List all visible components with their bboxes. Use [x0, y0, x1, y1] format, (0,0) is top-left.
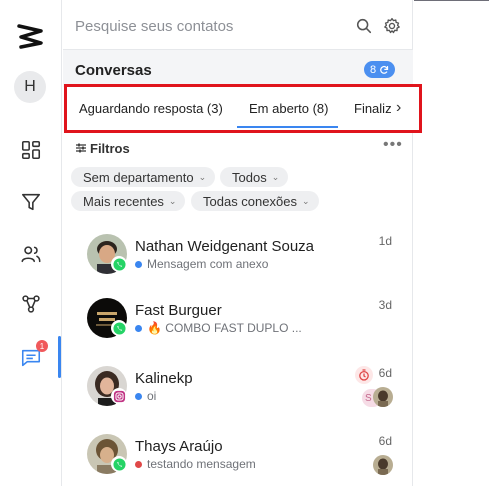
- assignee-avatar: [373, 455, 393, 475]
- chip-label: Todos: [232, 169, 267, 185]
- filter-all[interactable]: Todos ⌄: [220, 167, 289, 187]
- contacts-icon[interactable]: [16, 239, 46, 269]
- conversation-count: 8: [370, 63, 377, 76]
- conversations-title: Conversas: [75, 62, 152, 79]
- chip-label: Todas conexões: [203, 193, 297, 209]
- nav-rail: H 1: [0, 0, 62, 486]
- more-options-icon[interactable]: •••: [383, 136, 403, 154]
- message-text: testando mensagem: [147, 457, 256, 471]
- timestamp: 3d: [378, 298, 392, 312]
- conversation-count-badge[interactable]: 8: [364, 61, 396, 78]
- list-item[interactable]: Fast Burguer 🔥 COMBO FAST DUPLO ... 3d: [63, 298, 413, 364]
- chip-label: Sem departamento: [83, 169, 194, 185]
- sliders-icon: [76, 143, 86, 153]
- list-item[interactable]: Nathan Weidgenant Souza Mensagem com ane…: [63, 234, 413, 300]
- contact-name: Nathan Weidgenant Souza: [135, 238, 315, 255]
- chevron-down-icon: ⌄: [168, 195, 177, 206]
- active-indicator: [58, 336, 61, 378]
- filters-label[interactable]: Filtros: [90, 141, 130, 156]
- whatsapp-icon: [111, 456, 127, 472]
- message-text: oi: [147, 389, 157, 403]
- contact-name: Fast Burguer: [135, 302, 222, 319]
- whatsapp-icon: [111, 256, 127, 272]
- status-dot: [135, 260, 142, 268]
- dashboard-icon[interactable]: [16, 135, 46, 165]
- whatsapp-icon: [111, 320, 127, 336]
- timestamp: 6d: [378, 366, 392, 380]
- filter-department[interactable]: Sem departamento ⌄: [71, 167, 216, 187]
- last-message: oi: [135, 389, 156, 403]
- filters-row: Filtros •••: [63, 134, 413, 162]
- chevron-down-icon: ⌄: [198, 171, 207, 182]
- search-icon[interactable]: [355, 17, 373, 35]
- funnel-icon[interactable]: [16, 187, 46, 217]
- timestamp: 1d: [378, 234, 392, 248]
- chevron-down-icon: ⌄: [271, 171, 280, 182]
- chat-badge: 1: [36, 340, 48, 352]
- conversations-header: Conversas 8: [63, 50, 413, 87]
- tabs-highlight-annotation: [64, 84, 422, 133]
- status-dot: [135, 324, 142, 332]
- filter-connections[interactable]: Todas conexões ⌄: [191, 191, 319, 211]
- user-avatar[interactable]: H: [14, 71, 46, 103]
- conversations-panel: Pesquise seus contatos Conversas 8 Aguar…: [63, 0, 413, 486]
- status-dot: [135, 460, 142, 468]
- gear-icon[interactable]: [383, 17, 401, 35]
- last-message: Mensagem com anexo: [135, 257, 268, 271]
- search-bar: Pesquise seus contatos: [63, 0, 413, 50]
- chevron-down-icon: ⌄: [301, 195, 310, 206]
- timer-icon: [355, 366, 373, 384]
- message-text: 🔥 COMBO FAST DUPLO ...: [147, 321, 302, 335]
- status-dot: [135, 392, 142, 400]
- list-item[interactable]: Kalinekp oi 6d S: [63, 366, 413, 432]
- timestamp: 6d: [378, 434, 392, 448]
- list-item[interactable]: Thays Araújo testando mensagem 6d: [63, 434, 413, 486]
- message-text: Mensagem com anexo: [147, 257, 269, 271]
- last-message: 🔥 COMBO FAST DUPLO ...: [135, 321, 302, 335]
- contact-name: Kalinekp: [135, 370, 193, 387]
- contact-name: Thays Araújo: [135, 438, 223, 455]
- assignee-avatar: [373, 387, 393, 407]
- last-message: testando mensagem: [135, 457, 256, 471]
- integrations-icon[interactable]: [16, 289, 46, 319]
- instagram-icon: [111, 388, 127, 404]
- top-divider: [414, 0, 489, 1]
- search-input[interactable]: Pesquise seus contatos: [75, 18, 233, 35]
- chip-label: Mais recentes: [83, 193, 164, 209]
- filter-sort[interactable]: Mais recentes ⌄: [71, 191, 186, 211]
- app-logo-icon[interactable]: [15, 20, 47, 52]
- refresh-icon: [380, 65, 389, 74]
